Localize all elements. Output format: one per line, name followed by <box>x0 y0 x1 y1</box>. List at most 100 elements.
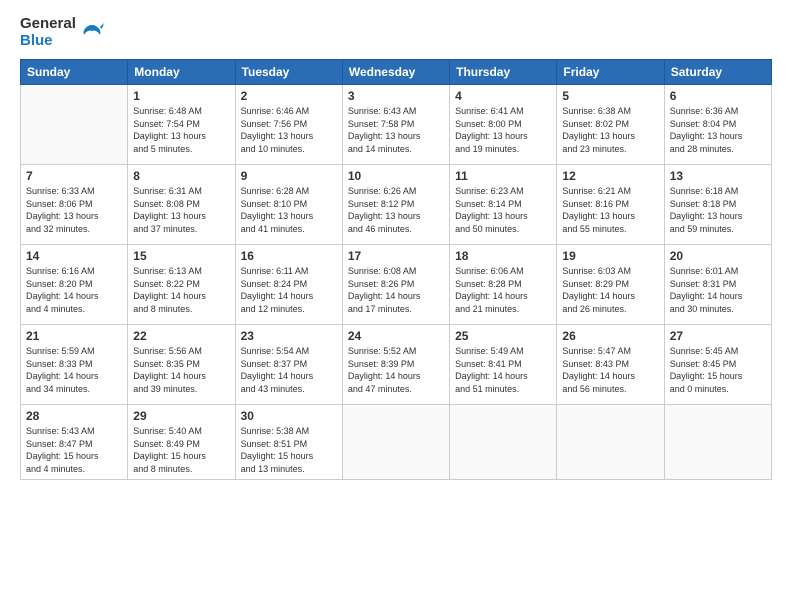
calendar-cell: 14 Sunrise: 6:16 AMSunset: 8:20 PMDayligh… <box>21 245 128 325</box>
calendar-cell <box>664 405 771 480</box>
day-info: Sunrise: 6:01 AMSunset: 8:31 PMDaylight:… <box>670 265 766 315</box>
calendar-cell: 3 Sunrise: 6:43 AMSunset: 7:58 PMDaylight… <box>342 85 449 165</box>
day-info: Sunrise: 5:47 AMSunset: 8:43 PMDaylight:… <box>562 345 658 395</box>
day-number: 22 <box>133 329 229 343</box>
day-number: 30 <box>241 409 337 423</box>
col-saturday: Saturday <box>664 60 771 85</box>
logo-bird-icon <box>80 21 104 45</box>
day-info: Sunrise: 6:08 AMSunset: 8:26 PMDaylight:… <box>348 265 444 315</box>
day-info: Sunrise: 6:48 AMSunset: 7:54 PMDaylight:… <box>133 105 229 155</box>
day-info: Sunrise: 5:54 AMSunset: 8:37 PMDaylight:… <box>241 345 337 395</box>
calendar-cell: 12 Sunrise: 6:21 AMSunset: 8:16 PMDayligh… <box>557 165 664 245</box>
logo-blue: Blue <box>20 33 76 50</box>
calendar-cell: 5 Sunrise: 6:38 AMSunset: 8:02 PMDaylight… <box>557 85 664 165</box>
day-number: 1 <box>133 89 229 103</box>
day-info: Sunrise: 5:40 AMSunset: 8:49 PMDaylight:… <box>133 425 229 475</box>
day-number: 15 <box>133 249 229 263</box>
calendar-cell: 8 Sunrise: 6:31 AMSunset: 8:08 PMDaylight… <box>128 165 235 245</box>
calendar-cell <box>21 85 128 165</box>
day-info: Sunrise: 6:21 AMSunset: 8:16 PMDaylight:… <box>562 185 658 235</box>
day-number: 29 <box>133 409 229 423</box>
col-thursday: Thursday <box>450 60 557 85</box>
day-info: Sunrise: 5:59 AMSunset: 8:33 PMDaylight:… <box>26 345 122 395</box>
col-friday: Friday <box>557 60 664 85</box>
header: General Blue <box>20 16 772 49</box>
calendar-cell: 15 Sunrise: 6:13 AMSunset: 8:22 PMDayligh… <box>128 245 235 325</box>
calendar-cell: 6Sunrise: 6:36 AMSunset: 8:04 PMDaylight… <box>664 85 771 165</box>
calendar-cell: 17Sunrise: 6:08 AMSunset: 8:26 PMDayligh… <box>342 245 449 325</box>
logo-general: General <box>20 16 76 33</box>
day-info: Sunrise: 6:16 AMSunset: 8:20 PMDaylight:… <box>26 265 122 315</box>
day-info: Sunrise: 6:36 AMSunset: 8:04 PMDaylight:… <box>670 105 766 155</box>
calendar-cell: 27 Sunrise: 5:45 AMSunset: 8:45 PMDayligh… <box>664 325 771 405</box>
day-info: Sunrise: 6:28 AMSunset: 8:10 PMDaylight:… <box>241 185 337 235</box>
day-info: Sunrise: 6:11 AMSunset: 8:24 PMDaylight:… <box>241 265 337 315</box>
day-info: Sunrise: 6:38 AMSunset: 8:02 PMDaylight:… <box>562 105 658 155</box>
day-number: 7 <box>26 169 122 183</box>
day-number: 2 <box>241 89 337 103</box>
calendar-cell <box>450 405 557 480</box>
day-number: 20 <box>670 249 766 263</box>
day-info: Sunrise: 6:26 AMSunset: 8:12 PMDaylight:… <box>348 185 444 235</box>
day-number: 28 <box>26 409 122 423</box>
day-number: 25 <box>455 329 551 343</box>
col-tuesday: Tuesday <box>235 60 342 85</box>
day-info: Sunrise: 6:41 AMSunset: 8:00 PMDaylight:… <box>455 105 551 155</box>
day-number: 5 <box>562 89 658 103</box>
day-number: 8 <box>133 169 229 183</box>
calendar-cell: 24 Sunrise: 5:52 AMSunset: 8:39 PMDayligh… <box>342 325 449 405</box>
day-info: Sunrise: 5:52 AMSunset: 8:39 PMDaylight:… <box>348 345 444 395</box>
day-number: 9 <box>241 169 337 183</box>
day-number: 24 <box>348 329 444 343</box>
calendar-cell: 29 Sunrise: 5:40 AMSunset: 8:49 PMDayligh… <box>128 405 235 480</box>
calendar-cell: 26 Sunrise: 5:47 AMSunset: 8:43 PMDayligh… <box>557 325 664 405</box>
day-number: 11 <box>455 169 551 183</box>
calendar-header-row: Sunday Monday Tuesday Wednesday Thursday… <box>21 60 772 85</box>
day-info: Sunrise: 6:33 AMSunset: 8:06 PMDaylight:… <box>26 185 122 235</box>
calendar-cell: 21 Sunrise: 5:59 AMSunset: 8:33 PMDayligh… <box>21 325 128 405</box>
day-info: Sunrise: 5:43 AMSunset: 8:47 PMDaylight:… <box>26 425 122 475</box>
calendar-cell: 22 Sunrise: 5:56 AMSunset: 8:35 PMDayligh… <box>128 325 235 405</box>
day-number: 3 <box>348 89 444 103</box>
calendar-cell: 28 Sunrise: 5:43 AMSunset: 8:47 PMDayligh… <box>21 405 128 480</box>
day-info: Sunrise: 5:38 AMSunset: 8:51 PMDaylight:… <box>241 425 337 475</box>
col-monday: Monday <box>128 60 235 85</box>
day-number: 27 <box>670 329 766 343</box>
calendar-cell: 20 Sunrise: 6:01 AMSunset: 8:31 PMDayligh… <box>664 245 771 325</box>
day-info: Sunrise: 6:31 AMSunset: 8:08 PMDaylight:… <box>133 185 229 235</box>
day-number: 21 <box>26 329 122 343</box>
day-info: Sunrise: 6:43 AMSunset: 7:58 PMDaylight:… <box>348 105 444 155</box>
day-info: Sunrise: 5:56 AMSunset: 8:35 PMDaylight:… <box>133 345 229 395</box>
day-number: 26 <box>562 329 658 343</box>
calendar-cell: 19Sunrise: 6:03 AMSunset: 8:29 PMDayligh… <box>557 245 664 325</box>
day-info: Sunrise: 6:03 AMSunset: 8:29 PMDaylight:… <box>562 265 658 315</box>
day-info: Sunrise: 6:13 AMSunset: 8:22 PMDaylight:… <box>133 265 229 315</box>
day-info: Sunrise: 5:45 AMSunset: 8:45 PMDaylight:… <box>670 345 766 395</box>
calendar-cell: 13 Sunrise: 6:18 AMSunset: 8:18 PMDayligh… <box>664 165 771 245</box>
day-number: 23 <box>241 329 337 343</box>
day-number: 16 <box>241 249 337 263</box>
day-info: Sunrise: 6:46 AMSunset: 7:56 PMDaylight:… <box>241 105 337 155</box>
day-number: 14 <box>26 249 122 263</box>
col-sunday: Sunday <box>21 60 128 85</box>
day-number: 12 <box>562 169 658 183</box>
col-wednesday: Wednesday <box>342 60 449 85</box>
day-number: 10 <box>348 169 444 183</box>
day-number: 18 <box>455 249 551 263</box>
day-number: 4 <box>455 89 551 103</box>
calendar-cell: 9 Sunrise: 6:28 AMSunset: 8:10 PMDaylight… <box>235 165 342 245</box>
calendar-cell: 7 Sunrise: 6:33 AMSunset: 8:06 PMDaylight… <box>21 165 128 245</box>
calendar-cell: 25Sunrise: 5:49 AMSunset: 8:41 PMDayligh… <box>450 325 557 405</box>
calendar-cell: 11 Sunrise: 6:23 AMSunset: 8:14 PMDayligh… <box>450 165 557 245</box>
day-info: Sunrise: 6:23 AMSunset: 8:14 PMDaylight:… <box>455 185 551 235</box>
calendar-cell: 16 Sunrise: 6:11 AMSunset: 8:24 PMDayligh… <box>235 245 342 325</box>
calendar-cell: 4 Sunrise: 6:41 AMSunset: 8:00 PMDaylight… <box>450 85 557 165</box>
calendar-cell: 1 Sunrise: 6:48 AMSunset: 7:54 PMDaylight… <box>128 85 235 165</box>
calendar-cell <box>557 405 664 480</box>
calendar-cell: 23 Sunrise: 5:54 AMSunset: 8:37 PMDayligh… <box>235 325 342 405</box>
page: General Blue Sunday Monday Tuesday Wedne… <box>0 0 792 612</box>
calendar-table: Sunday Monday Tuesday Wednesday Thursday… <box>20 59 772 480</box>
calendar-cell: 18Sunrise: 6:06 AMSunset: 8:28 PMDayligh… <box>450 245 557 325</box>
day-number: 13 <box>670 169 766 183</box>
day-info: Sunrise: 6:18 AMSunset: 8:18 PMDaylight:… <box>670 185 766 235</box>
